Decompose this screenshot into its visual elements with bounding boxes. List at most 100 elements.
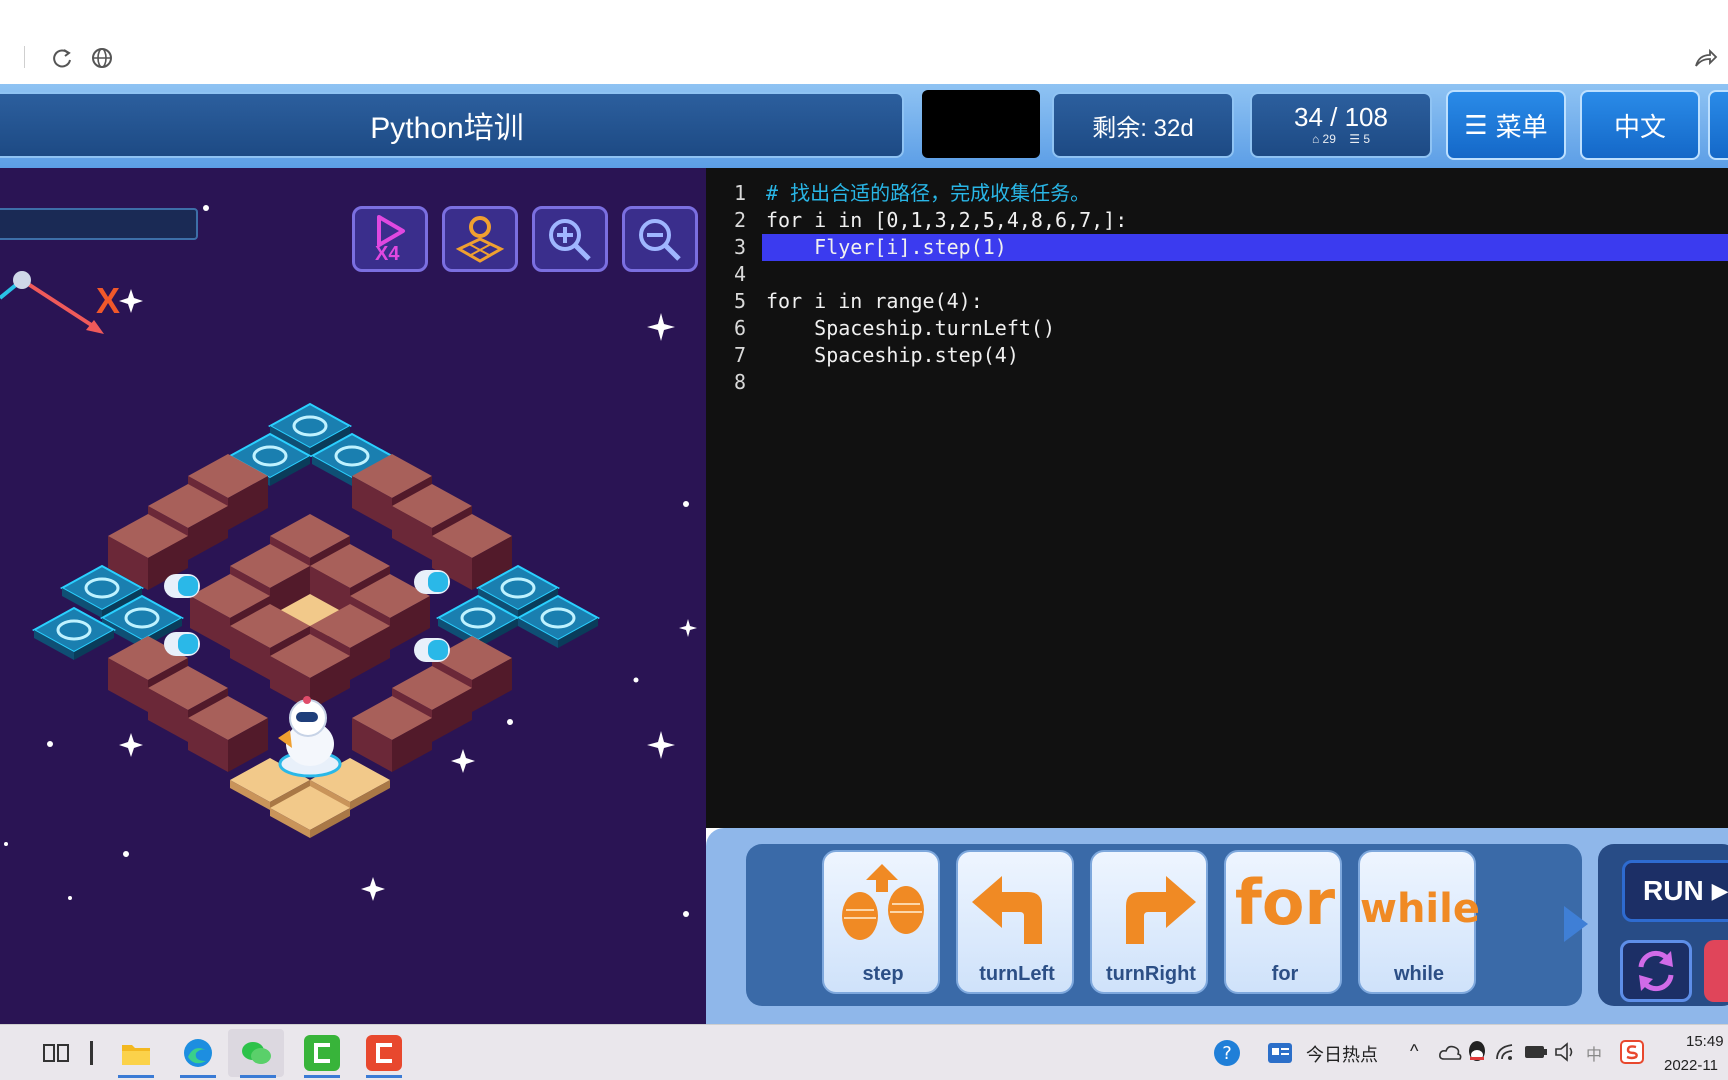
task-view-icon[interactable]: [38, 1035, 74, 1071]
code-text: Flyer[i].step(1): [766, 235, 1007, 259]
active-indicator: [118, 1075, 154, 1078]
home-icon: ⌂: [1311, 132, 1320, 146]
battery-icon[interactable]: [1524, 1043, 1548, 1061]
code-line-7[interactable]: 7 Spaceship.step(4): [706, 342, 1728, 369]
letter-c-icon: [314, 1043, 330, 1063]
app-green-c-icon[interactable]: [304, 1035, 340, 1071]
code-line-2[interactable]: 2 for i in [0,1,3,2,5,4,8,6,7,]:: [706, 207, 1728, 234]
app-red-c-icon[interactable]: [366, 1035, 402, 1071]
reset-button[interactable]: [1620, 940, 1692, 1002]
run-button-label: RUN: [1643, 875, 1704, 906]
code-editor[interactable]: 1 # 找出合适的路径，完成收集任务。 2 for i in [0,1,3,2,…: [706, 168, 1728, 828]
robot-character: [278, 696, 342, 778]
stop-button[interactable]: [1704, 940, 1728, 1002]
command-label: while: [1393, 963, 1444, 985]
active-indicator: [180, 1075, 216, 1078]
reload-icon[interactable]: [48, 44, 76, 72]
redacted-area: [922, 90, 1040, 158]
line-number: 4: [733, 262, 746, 286]
line-number: 6: [733, 316, 746, 340]
svg-text:?: ?: [1222, 1043, 1232, 1064]
code-line-5[interactable]: 5 for i in range(4):: [706, 288, 1728, 315]
command-label: turnRight: [1106, 963, 1196, 985]
code-line-8[interactable]: 8: [706, 369, 1728, 396]
edge-browser-icon[interactable]: [180, 1035, 216, 1071]
tray-expand-chevron-icon[interactable]: ^: [1410, 1041, 1418, 1062]
for-glyph: for: [1234, 866, 1336, 939]
play-icon: ▶: [1711, 878, 1728, 903]
command-label: turnLeft: [979, 963, 1055, 985]
level-progress-sub: ⌂ 29 ☰ 5: [1312, 131, 1370, 147]
command-label: step: [862, 963, 904, 985]
header-extra-button[interactable]: [1708, 90, 1728, 160]
turn-right-arrow-icon: [1126, 876, 1196, 944]
level-progress: 34 / 108 ⌂ 29 ☰ 5: [1250, 92, 1432, 158]
remaining-days: 剩余: 32d: [1052, 92, 1234, 158]
isometric-game-board: [32, 402, 600, 838]
share-icon[interactable]: [1690, 44, 1718, 72]
code-line-3[interactable]: 3 Flyer[i].step(1): [706, 234, 1728, 261]
level-progress-count: 34 / 108: [1294, 102, 1388, 132]
code-text: Spaceship.turnLeft(): [766, 316, 1055, 340]
toolbar-divider: [24, 46, 25, 68]
code-line-6[interactable]: 6 Spaceship.turnLeft(): [706, 315, 1728, 342]
refresh-icon: [1638, 950, 1674, 992]
menu-list-icon: ☰: [1464, 109, 1488, 140]
active-indicator: [304, 1075, 340, 1078]
command-label: for: [1271, 963, 1299, 985]
line-number: 8: [733, 370, 746, 394]
level-sub-a: 29: [1322, 132, 1336, 146]
menu-button-label: 菜单: [1495, 111, 1548, 142]
ime-indicator[interactable]: 中: [1586, 1041, 1602, 1065]
clock-time[interactable]: 15:49: [1686, 1033, 1724, 1050]
browser-toolbar: [0, 0, 1728, 84]
taskbar-divider: [90, 1041, 93, 1065]
code-text: # 找出合适的路径，完成收集任务。: [766, 181, 1091, 205]
footsteps-icon: [842, 864, 924, 940]
active-indicator: [240, 1075, 276, 1078]
line-number: 7: [733, 343, 746, 367]
while-glyph: while: [1360, 886, 1480, 932]
command-turn-right[interactable]: turnRight: [1090, 850, 1208, 994]
command-while[interactable]: while while: [1358, 850, 1480, 994]
course-title: Python培训: [0, 92, 904, 158]
wechat-icon[interactable]: [238, 1035, 274, 1071]
sogou-input-icon[interactable]: [1620, 1039, 1644, 1065]
command-for[interactable]: for for: [1224, 850, 1342, 994]
site-info-globe-icon[interactable]: [88, 44, 116, 72]
file-explorer-icon[interactable]: [118, 1035, 154, 1071]
game-viewport[interactable]: X X4: [0, 168, 706, 1024]
line-number: 1: [733, 181, 746, 205]
cloud-icon[interactable]: [1438, 1043, 1462, 1061]
turn-left-arrow-icon: [972, 876, 1042, 944]
language-button[interactable]: 中文: [1580, 90, 1700, 160]
screen: Python培训 剩余: 32d 34 / 108 ⌂ 29 ☰ 5 ☰ 菜单 …: [0, 0, 1728, 1080]
code-text: for i in range(4):: [766, 289, 983, 313]
game-header: Python培训 剩余: 32d 34 / 108 ⌂ 29 ☰ 5 ☰ 菜单 …: [0, 84, 1728, 168]
command-turn-left[interactable]: turnLeft: [956, 850, 1074, 994]
active-indicator: [366, 1075, 402, 1078]
line-number: 5: [733, 289, 746, 313]
run-button[interactable]: RUN ▶: [1622, 860, 1728, 922]
run-controls: RUN ▶: [1598, 844, 1728, 1006]
qq-icon[interactable]: [1466, 1039, 1488, 1065]
list-icon: ☰: [1349, 132, 1361, 146]
help-icon[interactable]: ?: [1212, 1038, 1242, 1068]
code-line-4[interactable]: 4: [706, 261, 1728, 288]
code-text: Spaceship.step(4): [766, 343, 1019, 367]
letter-c-icon: [376, 1043, 392, 1063]
news-widget-icon[interactable]: [1266, 1039, 1294, 1067]
volume-icon[interactable]: [1554, 1041, 1578, 1063]
command-panel: step turnLeft turnRight for for while wh…: [706, 828, 1728, 1024]
line-number: 2: [733, 208, 746, 232]
news-widget-label[interactable]: 今日热点: [1306, 1041, 1378, 1067]
command-step[interactable]: step: [822, 850, 940, 994]
clock-date[interactable]: 2022-11: [1664, 1057, 1718, 1074]
code-line-1[interactable]: 1 # 找出合适的路径，完成收集任务。: [706, 180, 1728, 207]
next-commands-arrow-icon[interactable]: [1564, 906, 1588, 942]
level-sub-b: 5: [1363, 132, 1371, 146]
code-text: for i in [0,1,3,2,5,4,8,6,7,]:: [766, 208, 1128, 232]
menu-button[interactable]: ☰ 菜单: [1446, 90, 1566, 160]
line-number: 3: [733, 235, 746, 259]
wifi-icon[interactable]: [1494, 1041, 1516, 1063]
